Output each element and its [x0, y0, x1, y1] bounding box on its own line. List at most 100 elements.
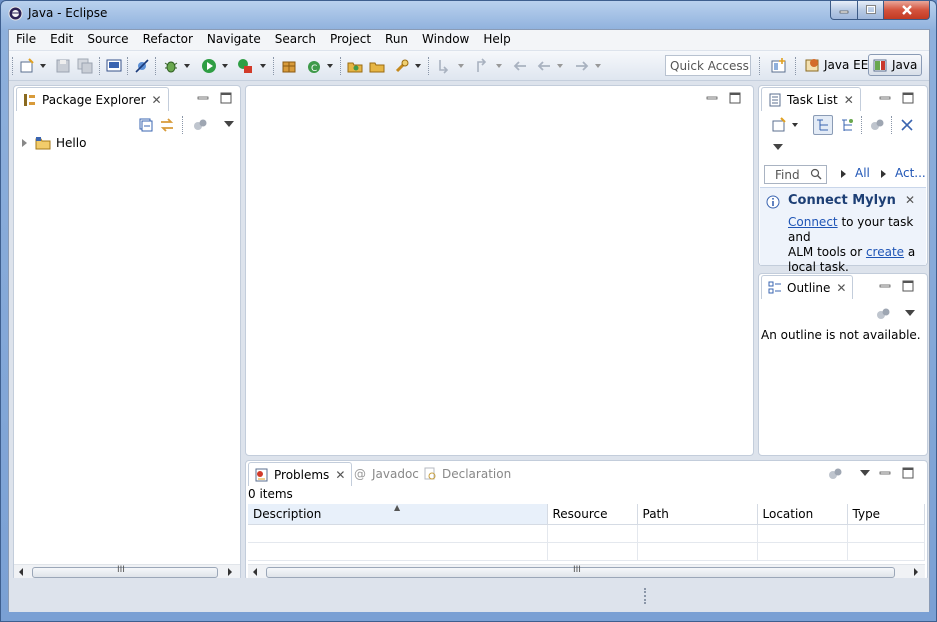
- connect-link[interactable]: Connect: [788, 215, 838, 229]
- column-path[interactable]: Path: [637, 504, 758, 525]
- focus-task-icon[interactable]: [192, 117, 208, 136]
- collapse-all-tasks-icon[interactable]: [899, 117, 915, 136]
- view-menu-icon[interactable]: [860, 470, 870, 476]
- perspective-java-ee[interactable]: Java EE: [801, 54, 872, 76]
- new-dropdown-icon[interactable]: [40, 64, 46, 68]
- outline-message: An outline is not available.: [761, 328, 921, 342]
- close-tab-icon[interactable]: ✕: [152, 93, 162, 107]
- status-bar-grip[interactable]: [644, 588, 646, 604]
- maximize-view-icon[interactable]: [220, 92, 232, 104]
- open-type-icon[interactable]: [347, 58, 363, 74]
- focus-task-icon[interactable]: [869, 117, 885, 136]
- scroll-right-icon[interactable]: [228, 568, 232, 576]
- search-dropdown-icon[interactable]: [415, 64, 421, 68]
- close-button[interactable]: [884, 1, 930, 20]
- new-task-dropdown-icon[interactable]: [792, 123, 798, 127]
- external-tools-icon[interactable]: [237, 58, 253, 74]
- menu-help[interactable]: Help: [476, 30, 517, 50]
- column-description[interactable]: Description ▲: [248, 503, 548, 525]
- scroll-left-icon[interactable]: [19, 568, 23, 576]
- minimize-view-icon[interactable]: [197, 92, 209, 104]
- scroll-thumb[interactable]: III: [266, 565, 895, 578]
- external-tools-dropdown-icon[interactable]: [260, 64, 266, 68]
- activate-task-link[interactable]: Act...: [895, 166, 926, 180]
- close-tab-icon[interactable]: ✕: [844, 93, 854, 107]
- previous-annotation-icon: [474, 58, 490, 74]
- toolbar-separator: [127, 57, 128, 75]
- new-icon[interactable]: [19, 58, 35, 74]
- title-bar[interactable]: Java - Eclipse: [1, 1, 936, 27]
- declaration-tab-label: Declaration: [442, 467, 512, 481]
- debug-icon[interactable]: [163, 58, 179, 74]
- collapse-all-icon[interactable]: [138, 117, 154, 136]
- menu-search[interactable]: Search: [268, 30, 323, 50]
- new-class-icon[interactable]: C: [306, 58, 322, 74]
- menu-edit[interactable]: Edit: [43, 30, 80, 50]
- view-menu-icon[interactable]: [224, 121, 234, 127]
- search-icon[interactable]: [394, 58, 410, 74]
- minimize-button[interactable]: [830, 1, 858, 20]
- next-annotation-icon: [436, 58, 452, 74]
- new-package-icon[interactable]: [281, 58, 297, 74]
- tab-declaration[interactable]: Declaration: [417, 462, 517, 486]
- minimize-view-icon[interactable]: [879, 467, 891, 479]
- close-tab-icon[interactable]: ✕: [335, 468, 345, 482]
- create-link[interactable]: create: [866, 245, 904, 259]
- focus-task-icon[interactable]: [827, 466, 843, 485]
- java-perspective-icon: [873, 59, 887, 72]
- all-tasks-link[interactable]: All: [855, 166, 870, 180]
- maximize-editor-icon[interactable]: [729, 92, 741, 104]
- menu-file[interactable]: File: [9, 30, 43, 50]
- new-class-dropdown-icon[interactable]: [327, 64, 333, 68]
- view-menu-icon[interactable]: [773, 144, 783, 150]
- maximize-view-icon[interactable]: [902, 92, 914, 104]
- tab-javadoc[interactable]: @ Javadoc: [348, 462, 425, 486]
- menu-source[interactable]: Source: [80, 30, 135, 50]
- maximize-button[interactable]: [858, 1, 884, 20]
- quick-access-field[interactable]: Quick Access: [665, 55, 751, 76]
- task-find-field[interactable]: Find: [764, 165, 827, 184]
- scroll-left-icon[interactable]: [253, 568, 257, 576]
- maximize-view-icon[interactable]: [902, 280, 914, 292]
- problems-icon: [255, 468, 268, 481]
- new-task-icon[interactable]: [771, 117, 787, 136]
- minimize-view-icon[interactable]: [879, 92, 891, 104]
- column-location[interactable]: Location: [757, 504, 848, 525]
- tab-package-explorer[interactable]: Package Explorer ✕: [16, 87, 169, 111]
- minimize-view-icon[interactable]: [879, 280, 891, 292]
- project-folder-icon: [35, 137, 51, 150]
- menu-window[interactable]: Window: [415, 30, 476, 50]
- tree-item-hello[interactable]: Hello: [22, 136, 86, 150]
- skip-breakpoints-icon[interactable]: [134, 58, 150, 74]
- tab-task-list[interactable]: Task List ✕: [761, 87, 861, 111]
- console-icon[interactable]: [106, 58, 122, 74]
- editor-area[interactable]: [245, 85, 754, 456]
- menu-refactor[interactable]: Refactor: [136, 30, 200, 50]
- tab-outline[interactable]: Outline ✕: [761, 275, 854, 299]
- close-mylyn-icon[interactable]: ✕: [905, 193, 915, 207]
- open-folder-icon[interactable]: [369, 58, 385, 74]
- close-tab-icon[interactable]: ✕: [836, 281, 846, 295]
- tab-problems[interactable]: Problems ✕: [248, 462, 353, 486]
- menu-run[interactable]: Run: [378, 30, 415, 50]
- run-icon[interactable]: [201, 58, 217, 74]
- menu-navigate[interactable]: Navigate: [200, 30, 268, 50]
- perspective-java[interactable]: Java: [868, 54, 923, 76]
- link-with-editor-icon[interactable]: [159, 117, 175, 136]
- view-menu-icon[interactable]: [905, 310, 915, 316]
- scheduled-view-icon[interactable]: [839, 117, 855, 136]
- scroll-right-icon[interactable]: [914, 568, 918, 576]
- debug-dropdown-icon[interactable]: [184, 64, 190, 68]
- last-edit-icon: [512, 58, 528, 74]
- categorized-view-icon[interactable]: [813, 115, 833, 135]
- minimize-editor-icon[interactable]: [706, 92, 718, 104]
- column-type[interactable]: Type: [847, 504, 925, 525]
- open-perspective-icon[interactable]: [771, 58, 787, 74]
- expand-chevron-icon[interactable]: [22, 139, 27, 147]
- focus-task-icon[interactable]: [875, 306, 891, 325]
- run-dropdown-icon[interactable]: [222, 64, 228, 68]
- menu-project[interactable]: Project: [323, 30, 378, 50]
- column-resource[interactable]: Resource: [547, 504, 638, 525]
- scroll-thumb[interactable]: III: [32, 565, 218, 578]
- maximize-view-icon[interactable]: [902, 467, 914, 479]
